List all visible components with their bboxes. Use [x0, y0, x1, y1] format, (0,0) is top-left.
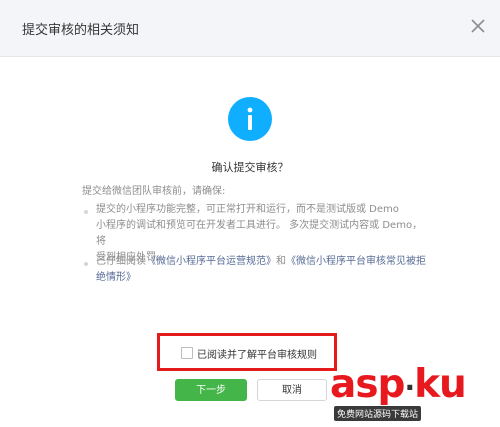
rejection-cases-link-continued[interactable]: 绝情形》 — [96, 272, 136, 283]
info-icon — [228, 97, 272, 141]
confirm-title: 确认提交审核？ — [211, 161, 289, 174]
close-icon[interactable] — [466, 14, 490, 38]
watermark-logo-main: asp — [330, 362, 405, 407]
dialog-title: 提交审核的相关须知 — [22, 23, 140, 38]
notice-item-2-and: 和 — [276, 256, 286, 267]
operation-rules-link[interactable]: 《微信小程序平台运营规范》 — [146, 256, 276, 267]
dialog-header: 提交审核的相关须知 — [0, 0, 500, 57]
notice-item-1-line1: 提交的小程序功能完整，可正常打开和运行，而不是测试版或 Demo — [96, 204, 399, 215]
next-step-button[interactable]: 下一步 — [175, 379, 247, 401]
rejection-cases-link[interactable]: 《微信小程序平台审核常见被拒 — [286, 256, 426, 267]
watermark-logo-sep: · — [404, 371, 415, 404]
agreement-checkbox-label[interactable]: 已阅读并了解平台审核规则 — [197, 346, 317, 361]
watermark-logo: asp·ku — [330, 362, 467, 410]
agreement-highlight-box: 已阅读并了解平台审核规则 — [157, 333, 337, 371]
notice-item-1-line2: 小程序的调试和预览可在开发者工具进行。 多次提交测试内容或 Demo，将 — [96, 220, 423, 247]
submit-review-dialog: 提交审核的相关须知 确认提交审核？ 提交给微信团队审核前，请确保: 提交的小程序… — [0, 0, 500, 427]
notice-item-2: 已仔细阅读《微信小程序平台运营规范》和《微信小程序平台审核常见被拒 绝情形》 — [96, 254, 426, 286]
watermark-caption: 免费网站源码下载站 — [334, 406, 422, 421]
notice-item-2-line1: 已仔细阅读《微信小程序平台运营规范》和《微信小程序平台审核常见被拒 — [96, 254, 426, 270]
bullet-dot — [84, 210, 88, 214]
watermark-logo-end: ku — [414, 362, 467, 407]
notice-intro: 提交给微信团队审核前，请确保: — [82, 186, 226, 197]
cancel-button[interactable]: 取消 — [257, 379, 327, 401]
site-watermark: asp·ku 免费网站源码下载站 — [330, 363, 498, 427]
agreement-checkbox[interactable] — [181, 347, 193, 359]
bullet-dot — [84, 262, 88, 266]
notice-item-2-prefix: 已仔细阅读 — [96, 256, 146, 267]
